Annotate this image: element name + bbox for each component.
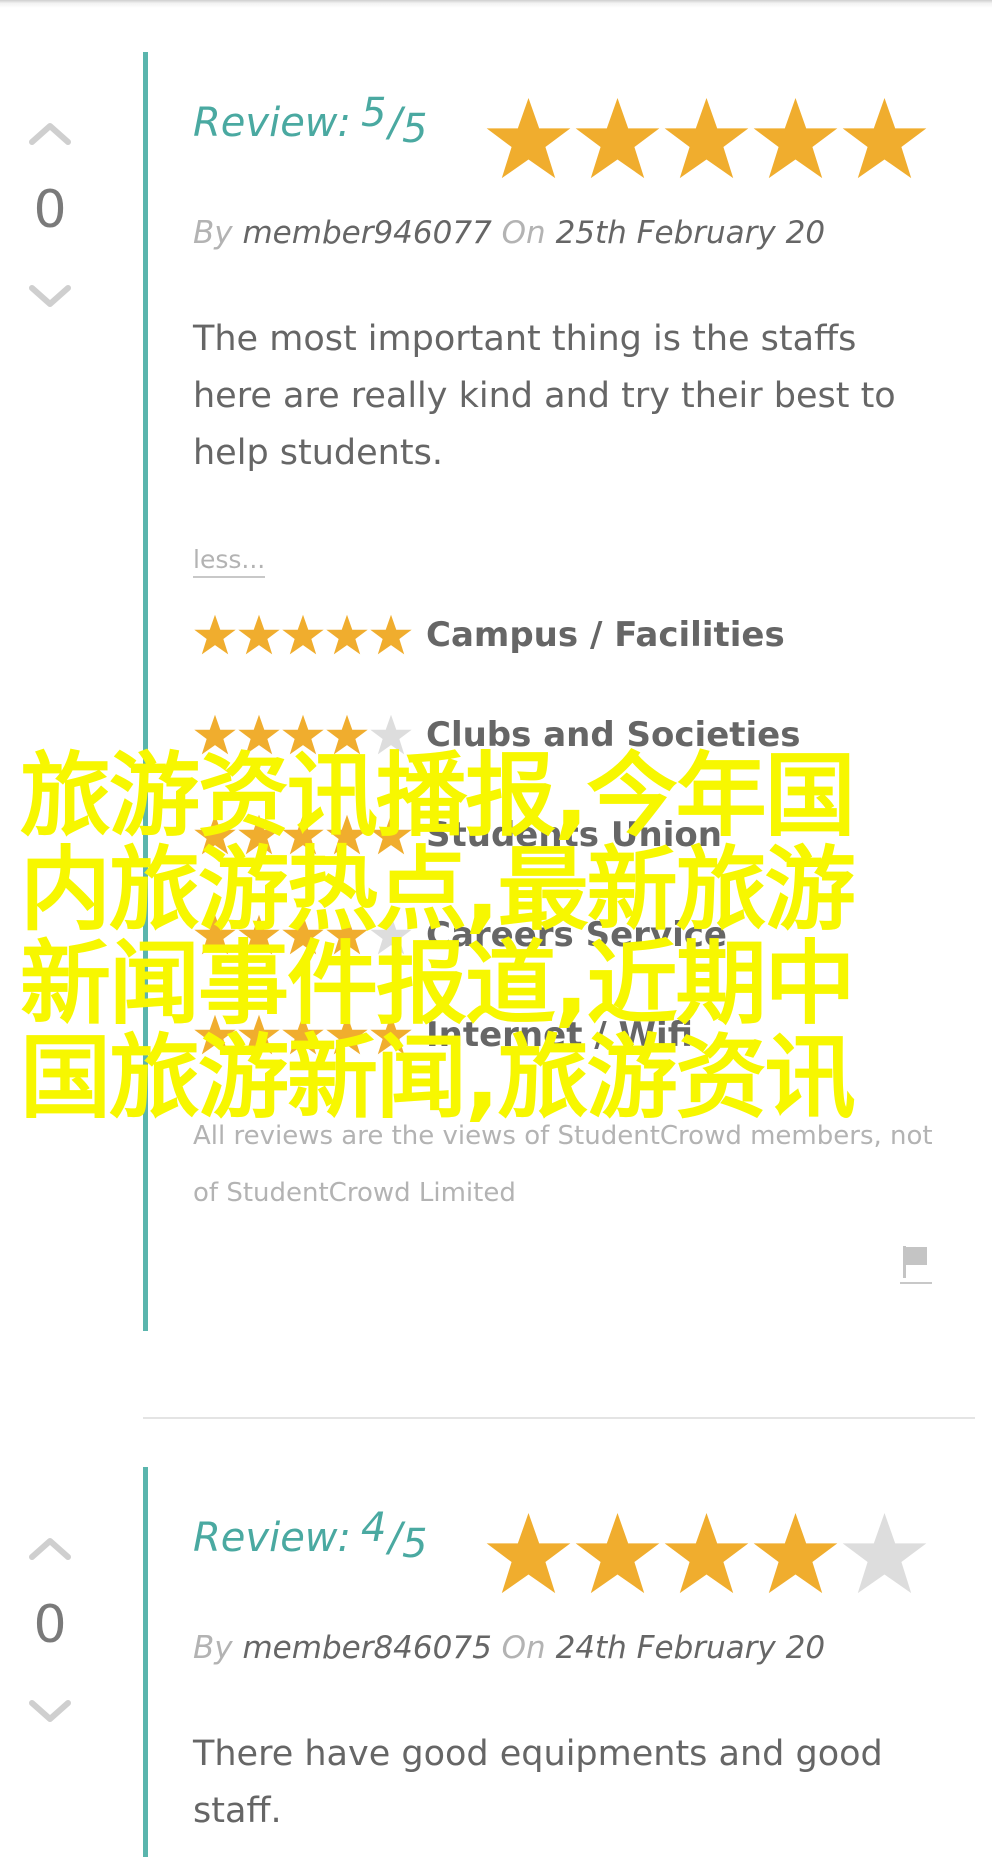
star-empty-icon (840, 1508, 929, 1600)
score-value: 4 (361, 1505, 387, 1551)
review-date: 25th February 20 (555, 215, 826, 251)
star-filled-icon (751, 1508, 840, 1600)
vote-count: 0 (33, 1595, 67, 1655)
star-filled-icon (662, 1508, 751, 1600)
star-filled-icon (325, 612, 369, 658)
review-score: Review: 5/5 (193, 90, 427, 152)
overall-rating-stars (484, 1508, 929, 1600)
on-label: On (501, 215, 546, 251)
sub-rating-label: Campus / Facilities (426, 615, 785, 655)
star-filled-icon (662, 93, 751, 185)
member-name: member946077 (242, 215, 492, 251)
star-filled-icon (281, 612, 325, 658)
score-slash: / (388, 100, 402, 146)
sub-rating-campus-facilities: Campus / Facilities (193, 610, 785, 660)
star-filled-icon (573, 1508, 662, 1600)
review-label: Review: (193, 1515, 351, 1561)
score-out-of: 5 (401, 1521, 428, 1567)
score-out-of: 5 (401, 106, 428, 152)
less-link[interactable]: less... (193, 545, 266, 578)
upvote-arrow-icon[interactable] (28, 122, 72, 146)
review-accent-bar (143, 52, 148, 1331)
star-filled-icon (484, 93, 573, 185)
member-name: member846075 (242, 1630, 492, 1666)
star-filled-icon (193, 612, 237, 658)
review-text: The most important thing is the staffs h… (193, 319, 896, 473)
downvote-arrow-icon[interactable] (28, 284, 72, 308)
review-text: There have good equipments and good staf… (193, 1734, 883, 1831)
upvote-arrow-icon[interactable] (28, 1537, 72, 1561)
watermark-overlay-text: 旅游资讯播报,今年国内旅游热点,最新旅游新闻事件报道,近期中国旅游新闻,旅游资讯 (20, 744, 856, 1131)
score-value: 5 (361, 90, 387, 136)
overall-rating-stars (484, 93, 929, 185)
vote-count: 0 (33, 180, 67, 240)
star-filled-icon (484, 1508, 573, 1600)
sub-rating-stars (193, 612, 413, 658)
report-flag-icon[interactable] (900, 1240, 932, 1284)
by-label: By (193, 1630, 233, 1666)
star-filled-icon (369, 612, 413, 658)
review-accent-bar (143, 1467, 148, 1857)
star-filled-icon (573, 93, 662, 185)
star-filled-icon (237, 612, 281, 658)
review-score: Review: 4/5 (193, 1505, 427, 1567)
review-byline: By member846075 On 24th February 20 (193, 1630, 825, 1666)
score-slash: / (388, 1515, 402, 1561)
review-card: 0 Review: 5/5 By member946077 On 25th Feb… (0, 0, 992, 1335)
star-filled-icon (751, 93, 840, 185)
review-card: 0 Review: 4/5 By member846075 On 24th Feb… (0, 1415, 992, 1857)
review-byline: By member946077 On 25th February 20 (193, 215, 825, 251)
on-label: On (501, 1630, 546, 1666)
by-label: By (193, 215, 233, 251)
review-label: Review: (193, 100, 351, 146)
downvote-arrow-icon[interactable] (28, 1699, 72, 1723)
star-filled-icon (840, 93, 929, 185)
review-date: 24th February 20 (555, 1630, 826, 1666)
